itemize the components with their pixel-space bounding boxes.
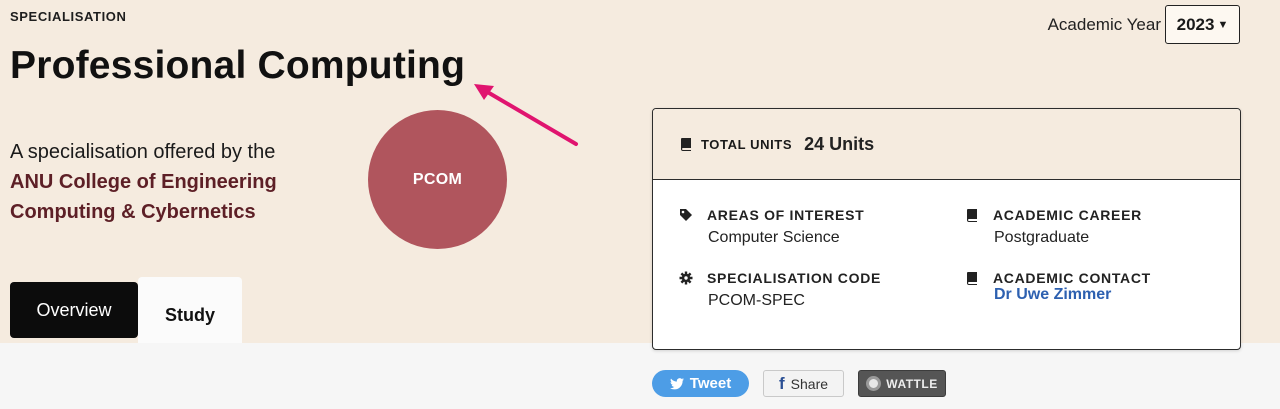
offered-by-text: A specialisation offered by the (10, 141, 276, 163)
specialisation-code-value: PCOM-SPEC (708, 292, 805, 309)
facebook-share-label: Share (790, 375, 829, 392)
specialisation-badge: PCOM (368, 110, 507, 249)
tag-icon (680, 209, 692, 221)
card-details: AREAS OF INTEREST Computer Science ACADE… (653, 180, 1240, 349)
book-icon (681, 138, 691, 151)
tab-study[interactable]: Study (138, 277, 242, 343)
book-icon (967, 272, 977, 285)
tweet-button[interactable]: Tweet (652, 370, 749, 397)
page-eyebrow: SPECIALISATION (10, 9, 127, 24)
areas-of-interest: AREAS OF INTEREST Computer Science (679, 207, 949, 247)
total-units-value: 24 Units (804, 133, 875, 154)
areas-of-interest-label: AREAS OF INTEREST (707, 207, 865, 223)
specialisation-code-label: SPECIALISATION CODE (707, 270, 882, 286)
book-icon (967, 209, 977, 222)
tab-bar: Overview Study (10, 277, 242, 343)
academic-contact-label: ACADEMIC CONTACT (993, 270, 1151, 286)
total-units-label: TOTAL UNITS (701, 136, 793, 152)
gear-icon (679, 271, 693, 285)
academic-year-select[interactable]: 2023 ▼ (1165, 5, 1240, 44)
wattle-button[interactable]: WATTLE (858, 370, 946, 397)
summary-card: TOTAL UNITS 24 Units AREAS OF INTEREST C… (652, 108, 1241, 350)
wattle-label: WATTLE (886, 376, 938, 391)
badge-label: PCOM (412, 170, 463, 188)
card-header: TOTAL UNITS 24 Units (653, 109, 1240, 180)
facebook-share-button[interactable]: f Share (763, 370, 844, 397)
college-link-line2[interactable]: Computing & Cybernetics (10, 197, 340, 227)
areas-of-interest-value: Computer Science (708, 229, 840, 246)
college-link-line1[interactable]: ANU College of Engineering (10, 167, 340, 197)
page-title: Professional Computing (10, 44, 466, 87)
academic-career: ACADEMIC CAREER Postgraduate (965, 207, 1235, 247)
academic-year-label: Academic Year (1047, 14, 1161, 34)
tweet-label: Tweet (689, 375, 732, 392)
twitter-bird-icon (669, 377, 684, 389)
academic-year-value: 2023 (1176, 14, 1215, 34)
wattle-logo-icon (866, 376, 882, 391)
share-bar: Tweet f Share WATTLE (652, 370, 946, 397)
academic-contact-link[interactable]: Dr Uwe Zimmer (994, 286, 1111, 303)
specialisation-code: SPECIALISATION CODE PCOM-SPEC (679, 270, 949, 310)
academic-contact: ACADEMIC CONTACT Dr Uwe Zimmer (965, 270, 1235, 304)
offered-by: A specialisation offered by the ANU Coll… (10, 137, 340, 227)
academic-career-label: ACADEMIC CAREER (993, 207, 1142, 223)
academic-year-picker: Academic Year 2023 ▼ (1048, 5, 1240, 44)
academic-career-value: Postgraduate (994, 229, 1090, 246)
tab-overview[interactable]: Overview (10, 282, 138, 338)
caret-down-icon: ▼ (1217, 18, 1229, 31)
facebook-icon: f (778, 373, 785, 393)
